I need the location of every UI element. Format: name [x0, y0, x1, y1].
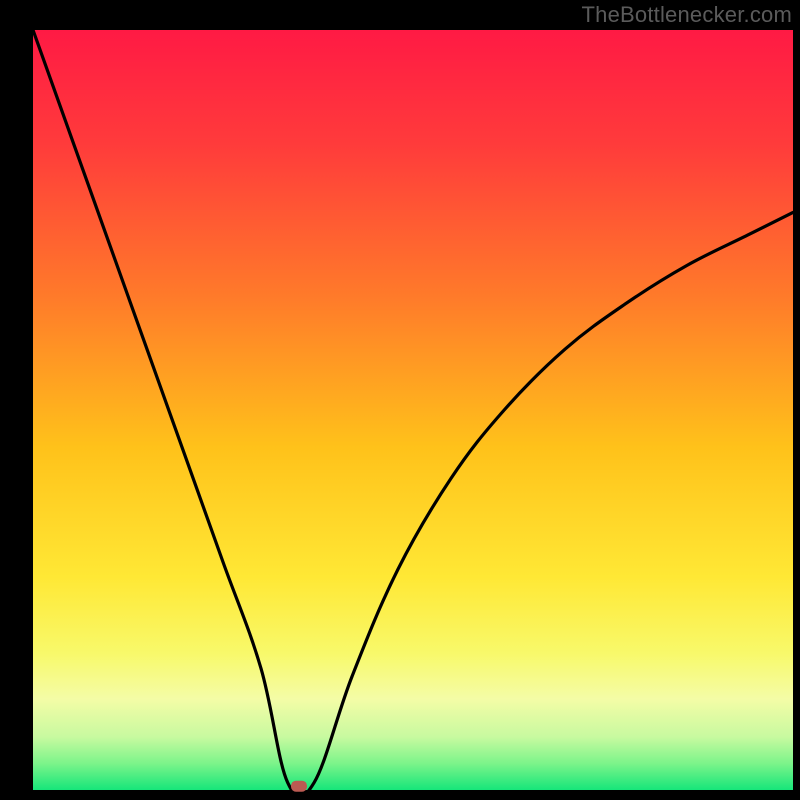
plot-background — [33, 30, 793, 790]
bottleneck-chart — [0, 0, 800, 800]
chart-frame: TheBottlenecker.com — [0, 0, 800, 800]
optimum-marker — [291, 781, 307, 792]
